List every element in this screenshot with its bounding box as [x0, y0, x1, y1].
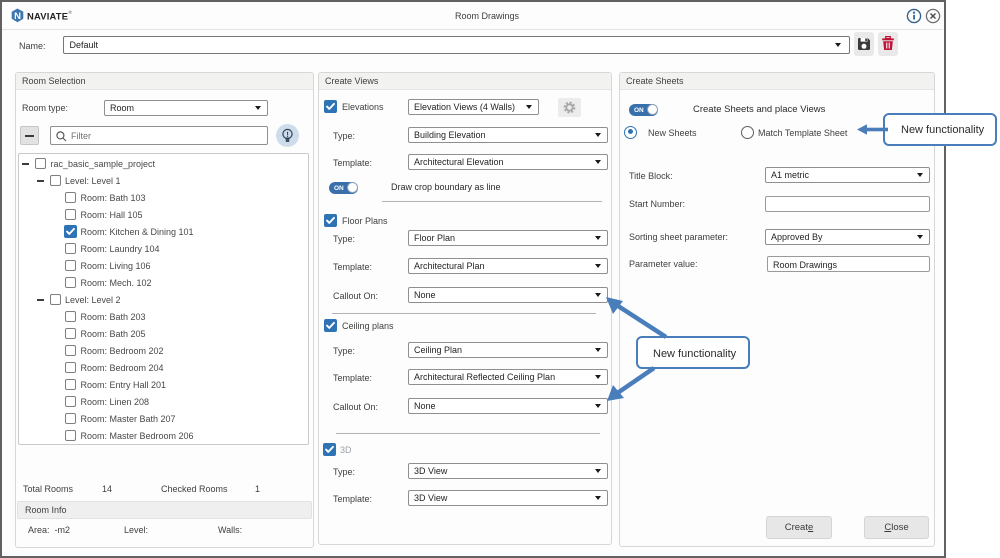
svg-text:®: ®: [69, 9, 73, 15]
svg-text:NAVIATE: NAVIATE: [27, 10, 68, 21]
svg-text:N: N: [14, 11, 21, 22]
